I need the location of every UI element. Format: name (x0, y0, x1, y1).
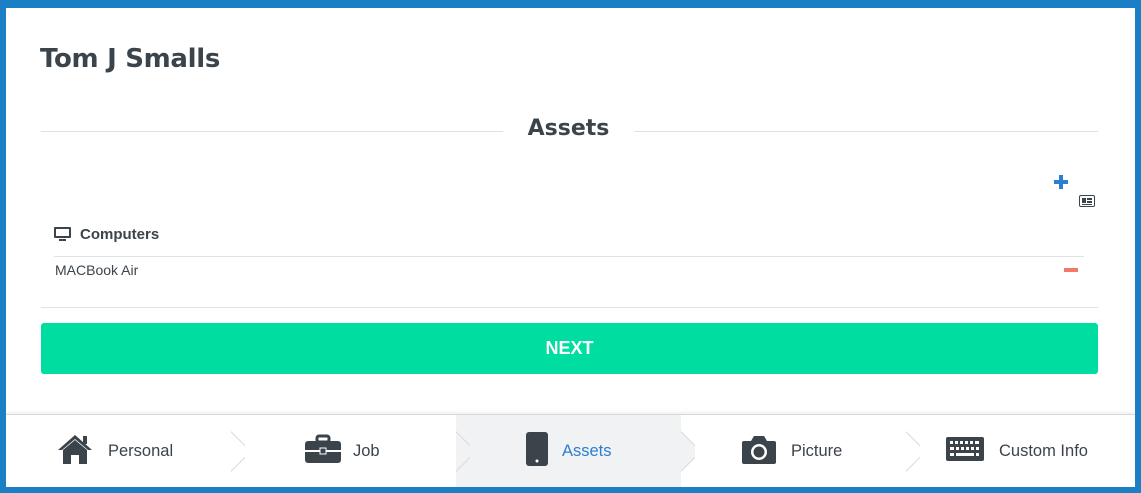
step-tab-bar: Personal Job Assets Picture Custom Info (6, 414, 1135, 487)
mobile-phone-icon (525, 431, 549, 472)
employee-name: Tom J Smalls (40, 44, 221, 74)
id-card-icon[interactable] (1079, 195, 1095, 207)
keyboard-icon (945, 436, 985, 467)
divider (54, 256, 1084, 257)
tab-picture[interactable]: Picture (695, 415, 906, 487)
tab-label: Assets (562, 442, 612, 460)
tab-separator (681, 415, 695, 487)
heading-divider-left (41, 131, 503, 132)
asset-group-label: Computers (80, 225, 160, 243)
divider (41, 307, 1098, 308)
home-icon (56, 433, 94, 470)
tab-separator (231, 415, 245, 487)
section-heading: Assets (41, 116, 1098, 146)
tab-separator (906, 415, 920, 487)
camera-icon (741, 433, 777, 470)
tab-assets[interactable]: Assets (456, 415, 681, 487)
tab-separator (456, 415, 470, 487)
tab-label: Custom Info (999, 442, 1088, 460)
progress-bar (6, 6, 1135, 8)
tab-label: Job (353, 442, 380, 460)
heading-divider-right (634, 131, 1098, 132)
remove-asset-button[interactable] (1064, 268, 1078, 272)
tab-job[interactable]: Job (245, 415, 456, 487)
tab-custom-info[interactable]: Custom Info (920, 415, 1135, 487)
next-button[interactable]: NEXT (41, 323, 1098, 374)
form-window: Tom J Smalls Assets Computers MACBook Ai… (6, 6, 1135, 487)
briefcase-icon (304, 433, 342, 470)
section-title: Assets (527, 116, 610, 141)
tab-label: Picture (791, 442, 843, 460)
tab-label: Personal (108, 442, 174, 460)
asset-group-header: Computers (54, 224, 159, 244)
asset-item-label: MACBook Air (55, 262, 139, 278)
add-asset-button[interactable] (1052, 172, 1072, 192)
monitor-icon (54, 226, 72, 242)
tab-personal[interactable]: Personal (6, 415, 231, 487)
